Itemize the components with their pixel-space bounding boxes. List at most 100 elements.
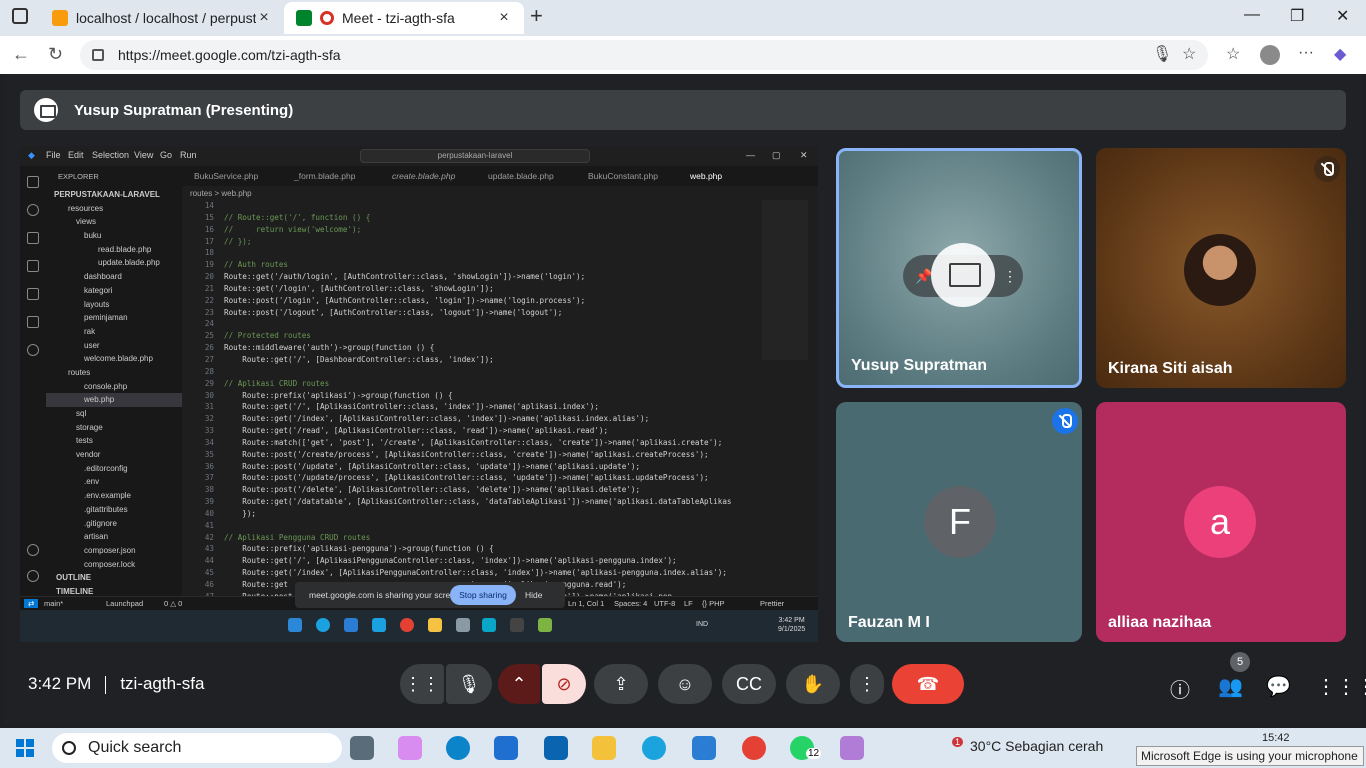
- start-icon[interactable]: [16, 739, 34, 757]
- code-text: Route::get('/auth/login', [AuthControlle…: [224, 272, 586, 282]
- meeting-code: tzi-agth-sfa: [120, 674, 205, 693]
- shared-screen[interactable]: ◆ File Edit Selection View Go Run perpus…: [20, 146, 818, 642]
- tree-item: dashboard: [84, 272, 122, 282]
- profile-avatar[interactable]: [1260, 45, 1280, 65]
- raise-hand-button[interactable]: ✋: [786, 664, 840, 704]
- line-number: 24: [204, 319, 214, 329]
- url-field[interactable]: https://meet.google.com/tzi-agth-sfa: [80, 40, 1208, 70]
- stop-sharing-button[interactable]: Stop sharing: [450, 585, 516, 605]
- tab-meet[interactable]: Meet - tzi-agth-sfa ×: [284, 2, 524, 34]
- reactions-button[interactable]: ☺: [658, 664, 712, 704]
- chrome-icon[interactable]: [742, 736, 766, 760]
- address-bar-row: ← ↻ https://meet.google.com/tzi-agth-sfa…: [0, 36, 1366, 74]
- people-icon[interactable]: 👥: [1218, 674, 1243, 699]
- vscode-search: perpustakaan-laravel: [360, 149, 590, 163]
- tree-item: OUTLINE: [56, 573, 92, 583]
- participant-name: alliaa nazihaa: [1108, 614, 1212, 631]
- participant-tile[interactable]: F Fauzan M I: [836, 402, 1082, 642]
- video-options-button[interactable]: ⌃: [498, 664, 540, 704]
- store-icon[interactable]: [494, 736, 518, 760]
- code-line: 16 // return view('welcome');: [182, 224, 762, 236]
- present-screen-button[interactable]: ⇪: [594, 664, 648, 704]
- url-text: https://meet.google.com/tzi-agth-sfa: [118, 47, 341, 63]
- site-info-icon[interactable]: [92, 49, 104, 61]
- breadcrumb: routes > web.php: [190, 189, 252, 198]
- tab-title: Meet - tzi-agth-sfa: [342, 10, 455, 26]
- microphone-button[interactable]: 🎙: [446, 664, 492, 704]
- vscode-activity-bar: [20, 166, 46, 596]
- more-menu-icon[interactable]: ···: [1298, 44, 1314, 62]
- file-explorer-icon[interactable]: [592, 736, 616, 760]
- sidebar-toggle-icon[interactable]: [12, 8, 28, 24]
- vscode-icon: [344, 618, 358, 632]
- editor-tab: BukuConstant.php: [588, 171, 658, 181]
- hide-button[interactable]: Hide: [525, 590, 542, 600]
- line-number: 26: [204, 343, 214, 353]
- tree-item: .gitignore: [84, 518, 117, 528]
- meeting-info-icon[interactable]: ⓘ: [1170, 674, 1190, 703]
- app-icon[interactable]: [840, 736, 864, 760]
- app-icon[interactable]: [642, 736, 666, 760]
- indentation: Spaces: 4: [614, 599, 648, 608]
- muted-mic-icon: [1052, 408, 1078, 434]
- close-tab-icon[interactable]: ×: [256, 9, 272, 27]
- camera-off-button[interactable]: ⊘: [542, 664, 586, 704]
- leave-call-button[interactable]: ☎: [892, 664, 964, 704]
- participant-tile[interactable]: 📌 ⋮ Yusup Supratman: [836, 148, 1082, 388]
- new-tab-icon[interactable]: +: [530, 3, 543, 29]
- phpmyadmin-favicon-icon: [52, 10, 68, 26]
- participant-tile[interactable]: Kirana Siti aisah: [1096, 148, 1346, 388]
- line-number: 20: [204, 272, 214, 282]
- chat-icon[interactable]: 💬: [1266, 674, 1291, 699]
- avatar: [1184, 234, 1256, 306]
- outlook-icon[interactable]: [544, 736, 568, 760]
- close-tab-icon[interactable]: ×: [496, 9, 512, 27]
- minimize-icon[interactable]: —: [1244, 6, 1260, 24]
- vscode-icon[interactable]: [692, 736, 716, 760]
- terminal-icon: [510, 618, 524, 632]
- maximize-icon[interactable]: ❐: [1290, 6, 1304, 26]
- run-debug-icon: [27, 260, 39, 272]
- vscode-explorer: EXPLORER PERPUSTAKAAN-LARAVEL resources …: [46, 166, 182, 596]
- more-options-button[interactable]: ⋮: [850, 664, 884, 704]
- tree-item: .env: [84, 477, 100, 487]
- edge-icon[interactable]: [446, 736, 470, 760]
- weather-widget[interactable]: 30°C Sebagian cerah: [970, 738, 1103, 754]
- audio-options-button[interactable]: ⋮⋮: [400, 664, 444, 704]
- editor-tab: create.blade.php: [392, 171, 456, 181]
- editor-tab: BukuService.php: [194, 171, 259, 181]
- code-line: 37 Route::post('/update/process', [Aplik…: [182, 472, 762, 484]
- line-number: 32: [204, 414, 214, 424]
- copilot-icon[interactable]: [398, 736, 422, 760]
- code-line: 33 Route::get('/read', [AplikasiControll…: [182, 425, 762, 437]
- more-options-icon[interactable]: ⋮: [1003, 268, 1017, 285]
- cursor-position: Ln 1, Col 1: [568, 599, 605, 608]
- line-number: 36: [204, 461, 214, 471]
- participant-tile[interactable]: a alliaa nazihaa: [1096, 402, 1346, 642]
- quick-search[interactable]: Quick search: [52, 733, 342, 763]
- explorer-header: EXPLORER: [58, 172, 99, 181]
- tab-phpmyadmin[interactable]: localhost / localhost / perpustaka ×: [40, 2, 284, 34]
- code-text: Route::match(['get', 'post'], '/create',…: [224, 437, 723, 447]
- close-window-icon[interactable]: ✕: [1336, 6, 1349, 26]
- code-text: Route::get('/', [AplikasiPenggunaControl…: [224, 556, 677, 566]
- reload-icon[interactable]: ↻: [48, 44, 63, 65]
- remote-icon: [27, 288, 39, 300]
- activities-icon[interactable]: ⋮⋮⋮: [1316, 674, 1366, 699]
- code-line: 32 Route::get('/index', [AplikasiControl…: [182, 413, 762, 425]
- tray-clock[interactable]: 15:42: [1262, 732, 1290, 744]
- captions-button[interactable]: CC: [722, 664, 776, 704]
- tree-item: sql: [76, 409, 87, 418]
- favorite-star-icon[interactable]: ☆: [1182, 44, 1196, 64]
- favorites-icon[interactable]: ☆: [1226, 44, 1240, 64]
- copilot-icon[interactable]: ◆: [1334, 44, 1346, 64]
- tree-item: rak: [84, 326, 96, 336]
- editor-tab: update.blade.php: [488, 171, 554, 181]
- code-text: Route::get('/index', [AplikasiController…: [224, 414, 650, 424]
- task-view-icon[interactable]: [350, 736, 374, 760]
- microphone-icon[interactable]: 🎙: [1152, 44, 1172, 64]
- pin-icon[interactable]: 📌: [915, 268, 932, 285]
- code-text: Route::prefix('aplikasi-pengguna')->grou…: [224, 544, 494, 554]
- code-line: 34 Route::match(['get', 'post'], '/creat…: [182, 437, 762, 449]
- back-icon[interactable]: ←: [12, 44, 30, 65]
